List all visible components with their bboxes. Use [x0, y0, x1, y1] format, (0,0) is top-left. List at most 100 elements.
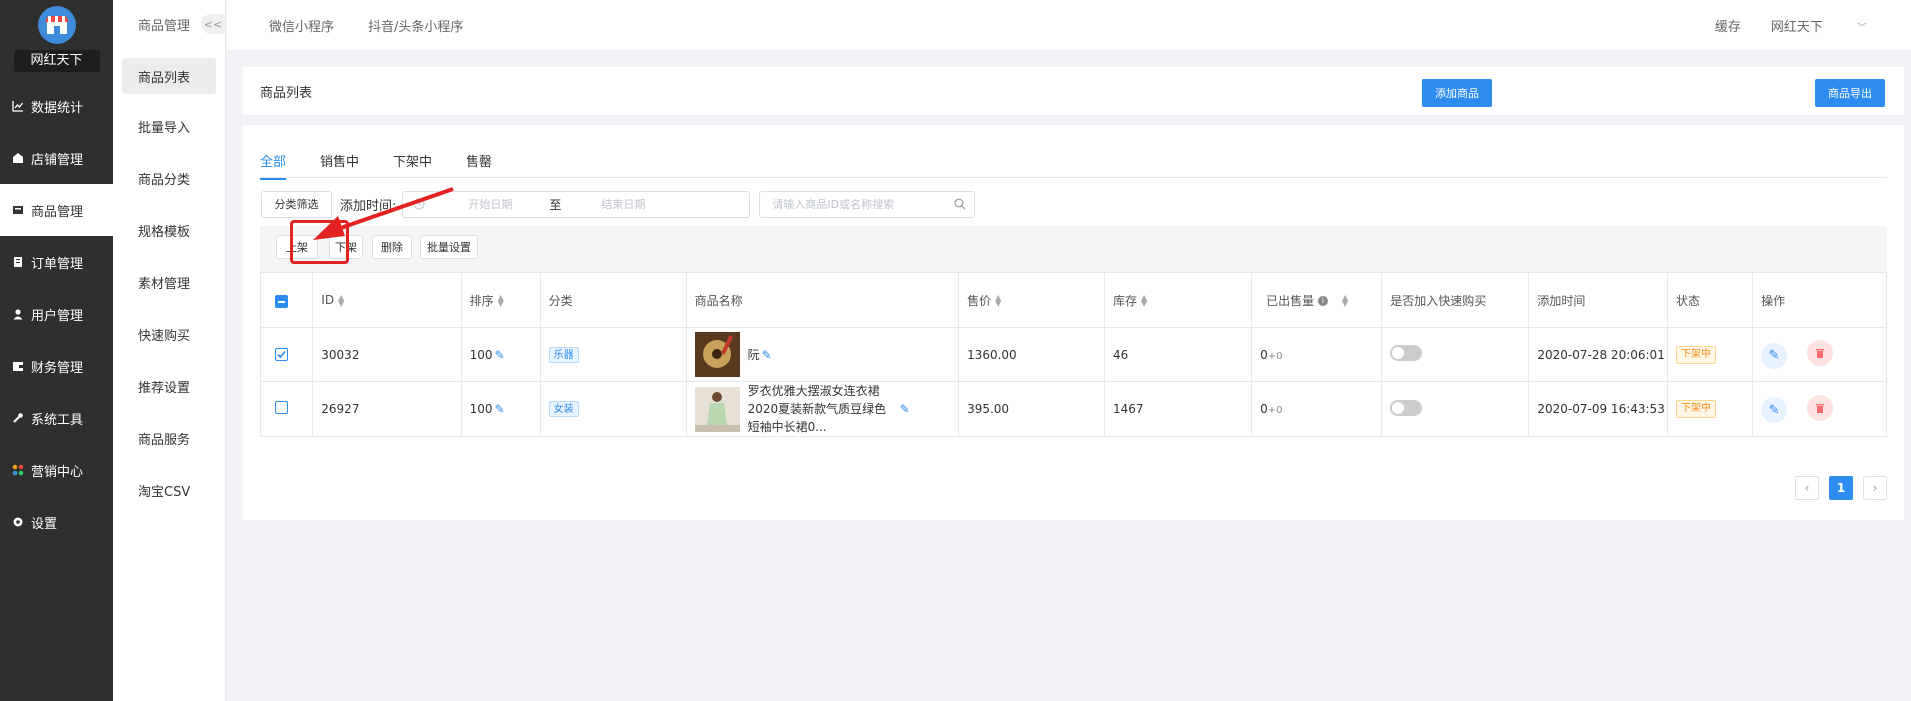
column-label: 已出售量	[1266, 293, 1315, 308]
cell-ops: ✎	[1752, 381, 1887, 437]
sort-icon[interactable]: ▲ ▼	[1342, 294, 1348, 308]
quick-buy-toggle[interactable]	[1390, 399, 1423, 416]
sidebar-item-tools[interactable]: 系统工具	[0, 392, 113, 444]
sidebar-item-settings[interactable]: 设置	[0, 496, 113, 548]
sold-value: 0	[1260, 402, 1268, 416]
column-label: 售价	[967, 293, 992, 308]
column-header-price[interactable]: 售价 ▲ ▼	[958, 272, 1105, 328]
sidebar-item-label: 系统工具	[31, 412, 84, 428]
tab-on-sale[interactable]: 销售中	[320, 151, 359, 180]
pencil-icon[interactable]: ✎	[495, 402, 505, 416]
sidebar-item-data-stats[interactable]: 数据统计	[0, 80, 113, 132]
next-page-button[interactable]: ›	[1863, 476, 1887, 500]
tab-wechat-miniprogram[interactable]: 微信小程序	[269, 16, 334, 35]
column-header-sold[interactable]: 已出售量 i ▲ ▼	[1251, 272, 1383, 328]
chevron-right-icon: ›	[1872, 481, 1878, 495]
search-input[interactable]: 请输入商品ID或名称搜索	[759, 190, 976, 218]
page-number-button[interactable]: 1	[1829, 476, 1853, 500]
wrench-icon	[11, 411, 25, 425]
cache-button[interactable]: 缓存	[1715, 16, 1741, 35]
row-checkbox[interactable]	[275, 401, 288, 414]
sort-icon[interactable]: ▲ ▼	[995, 294, 1001, 308]
pencil-icon[interactable]: ✎	[762, 348, 772, 362]
edit-button[interactable]: ✎	[1761, 342, 1788, 369]
tab-off-shelf[interactable]: 下架中	[393, 151, 432, 180]
add-product-button[interactable]: 添加商品	[1422, 79, 1492, 107]
sidebar-item-label: 商品管理	[31, 204, 84, 220]
subnav-item-recommend[interactable]: 推荐设置	[113, 360, 225, 412]
top-right-area: 缓存 网红天下 ﹀	[1715, 0, 1911, 50]
tab-all[interactable]: 全部	[260, 151, 287, 180]
search-icon[interactable]	[954, 198, 966, 213]
row-select-cell	[259, 327, 314, 382]
end-date-input[interactable]: 结束日期	[601, 196, 645, 212]
subnav-item-quick-buy[interactable]: 快速购买	[113, 308, 225, 360]
delete-row-button[interactable]	[1807, 394, 1834, 421]
sort-icon[interactable]: ▲ ▼	[338, 293, 344, 307]
column-label: 库存	[1112, 293, 1137, 308]
wallet-icon	[11, 359, 25, 373]
column-header-id[interactable]: ID ▲ ▼	[312, 272, 462, 328]
subnav-item-category[interactable]: 商品分类	[113, 152, 225, 204]
product-thumbnail[interactable]	[694, 332, 740, 377]
chevron-left-icon: ‹	[1804, 481, 1810, 495]
column-header-stock[interactable]: 库存 ▲ ▼	[1103, 272, 1253, 328]
column-header-sort[interactable]: 排序 ▲ ▼	[460, 272, 541, 328]
cell-ops: ✎	[1752, 327, 1887, 382]
quick-buy-toggle[interactable]	[1390, 345, 1423, 361]
sidebar-item-label: 用户管理	[31, 308, 84, 324]
cell-sort[interactable]: 100 ✎	[460, 327, 541, 382]
select-all-checkbox[interactable]	[275, 295, 288, 309]
sidebar-item-marketing[interactable]: 营销中心	[0, 444, 113, 496]
pencil-icon: ✎	[1768, 402, 1780, 418]
table-header-row: ID ▲ ▼ 排序 ▲ ▼ 分类 商品名称 售价 ▲ ▼ 库存 ▲ ▼ 已出售量 i ▲ ▼ 是否加…	[259, 272, 1887, 328]
cell-added: 2020-07-28 20:06:01	[1528, 327, 1668, 382]
cell-status: 下架中	[1666, 381, 1754, 437]
column-header-status: 状态	[1666, 272, 1754, 328]
product-thumbnail[interactable]	[694, 386, 740, 432]
pencil-icon[interactable]: ✎	[495, 348, 505, 362]
trash-icon	[1816, 403, 1825, 413]
sort-icon[interactable]: ▲ ▼	[498, 294, 504, 308]
sold-extra: +0	[1267, 350, 1283, 362]
sidebar-item-finance[interactable]: 财务管理	[0, 340, 113, 392]
pencil-icon[interactable]: ✎	[900, 402, 910, 416]
tab-sold-out[interactable]: 售罄	[466, 151, 492, 180]
user-menu[interactable]: 网红天下 ﹀	[1771, 16, 1897, 35]
sidebar-item-store[interactable]: 店铺管理	[0, 132, 113, 184]
subnav-item-product-list[interactable]: 商品列表	[122, 58, 216, 94]
column-label: ID	[321, 293, 335, 307]
edit-button[interactable]: ✎	[1761, 397, 1788, 424]
category-tag: 乐器	[548, 346, 579, 363]
annotation-arrow	[313, 187, 454, 240]
tabs-divider	[260, 177, 1887, 178]
tab-douyin-miniprogram[interactable]: 抖音/头条小程序	[368, 16, 463, 35]
column-header-ops: 操作	[1752, 272, 1887, 328]
sidebar-item-orders[interactable]: 订单管理	[0, 236, 113, 288]
collapse-button[interactable]: <<	[201, 14, 225, 34]
cell-quick-buy	[1381, 327, 1530, 382]
delete-row-button[interactable]	[1807, 340, 1834, 367]
grid-dots-icon	[11, 463, 25, 477]
cell-stock: 46	[1103, 327, 1253, 382]
sidebar-item-label: 订单管理	[31, 256, 84, 272]
logo-area: 网红天下	[0, 0, 113, 80]
row-checkbox[interactable]	[275, 347, 288, 361]
subnav-item-batch-import[interactable]: 批量导入	[113, 100, 225, 152]
cell-sold: 0+0	[1251, 381, 1383, 437]
start-date-input[interactable]: 开始日期	[468, 196, 512, 212]
cell-sort[interactable]: 100 ✎	[460, 381, 541, 437]
subnav-item-spec-template[interactable]: 规格模板	[113, 204, 225, 256]
cell-price: 395.00	[958, 381, 1105, 437]
sort-icon[interactable]: ▲ ▼	[1141, 294, 1147, 308]
export-products-button[interactable]: 商品导出	[1815, 79, 1885, 107]
subnav-item-services[interactable]: 商品服务	[113, 412, 225, 464]
sidebar-item-products[interactable]: 商品管理	[0, 184, 113, 236]
subnav-item-taobao-csv[interactable]: 淘宝CSV	[113, 464, 225, 516]
subnav-item-materials[interactable]: 素材管理	[113, 256, 225, 308]
info-icon[interactable]: i	[1317, 296, 1328, 306]
status-badge: 下架中	[1676, 400, 1716, 418]
gear-icon	[11, 515, 25, 529]
sidebar-item-users[interactable]: 用户管理	[0, 288, 113, 340]
prev-page-button[interactable]: ‹	[1795, 476, 1819, 500]
